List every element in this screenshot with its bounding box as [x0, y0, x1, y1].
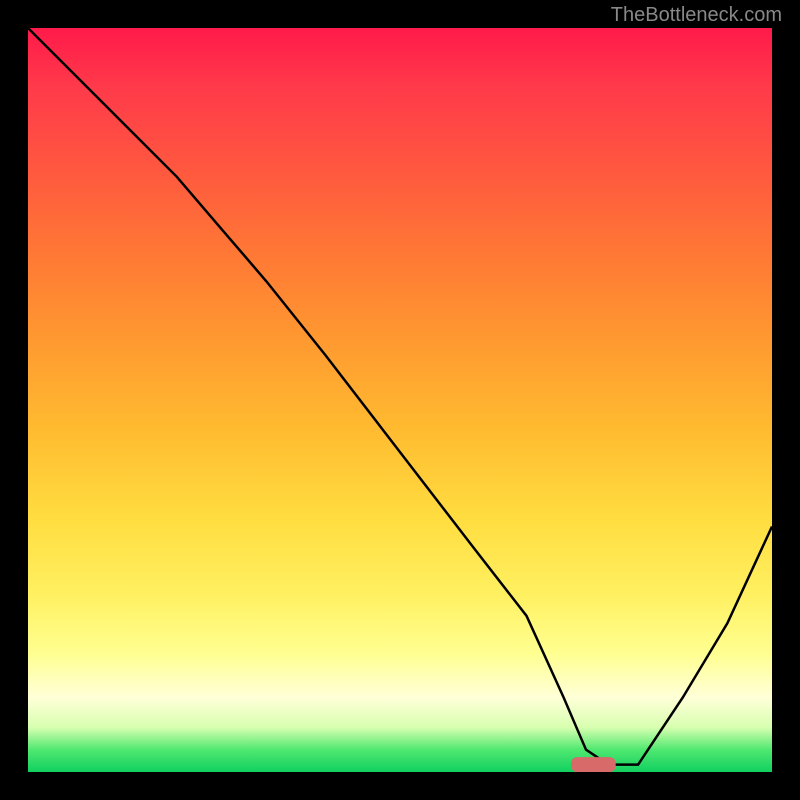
- plot-area: [28, 28, 772, 772]
- watermark-text: TheBottleneck.com: [611, 4, 782, 27]
- chart-svg: [28, 28, 772, 772]
- curve-line: [28, 28, 772, 765]
- optimal-marker: [571, 757, 616, 772]
